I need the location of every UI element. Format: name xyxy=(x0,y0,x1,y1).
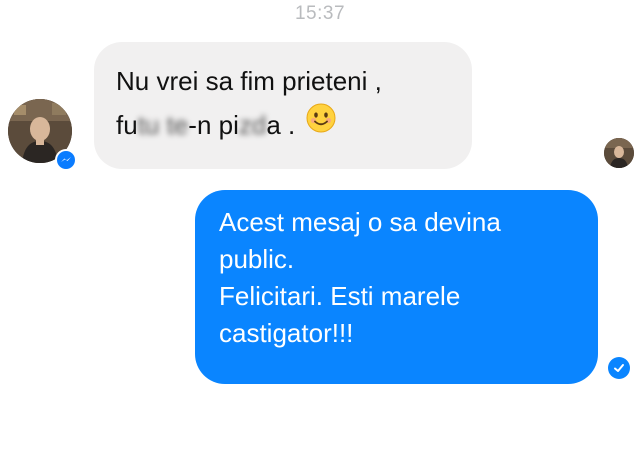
messenger-badge xyxy=(55,149,77,171)
incoming-message-bubble[interactable]: Nu vrei sa fim prieteni , futu te-n pizd… xyxy=(94,42,472,169)
messenger-icon xyxy=(57,151,75,169)
outgoing-message-line: Acest mesaj o sa devina xyxy=(219,207,501,237)
blurred-text: zd xyxy=(238,110,267,140)
blurred-text: tu te xyxy=(137,110,189,140)
read-receipt-avatar xyxy=(604,138,634,168)
seen-check-icon xyxy=(608,357,630,379)
incoming-text-segment: a . xyxy=(266,110,296,140)
outgoing-message-line: castigator!!! xyxy=(219,318,354,348)
message-timestamp: 15:37 xyxy=(294,3,346,24)
outgoing-message-bubble[interactable]: Acest mesaj o sa devina public. Felicita… xyxy=(195,190,598,384)
incoming-text-segment: fu xyxy=(116,110,138,140)
outgoing-message-line: Felicitari. Esti marele xyxy=(219,281,461,311)
incoming-message-line1: Nu vrei sa fim prieteni , xyxy=(116,66,382,96)
outgoing-message-line: public. xyxy=(219,244,295,274)
smiling-face-emoji-icon xyxy=(306,102,336,146)
chat-view: 15:37 Nu vrei sa fim prieteni , futu te-… xyxy=(0,0,640,451)
incoming-message-line2: futu te-n pizda . xyxy=(116,103,450,147)
incoming-text-segment: -n pi xyxy=(188,110,239,140)
profile-photo-small-icon xyxy=(604,138,634,168)
